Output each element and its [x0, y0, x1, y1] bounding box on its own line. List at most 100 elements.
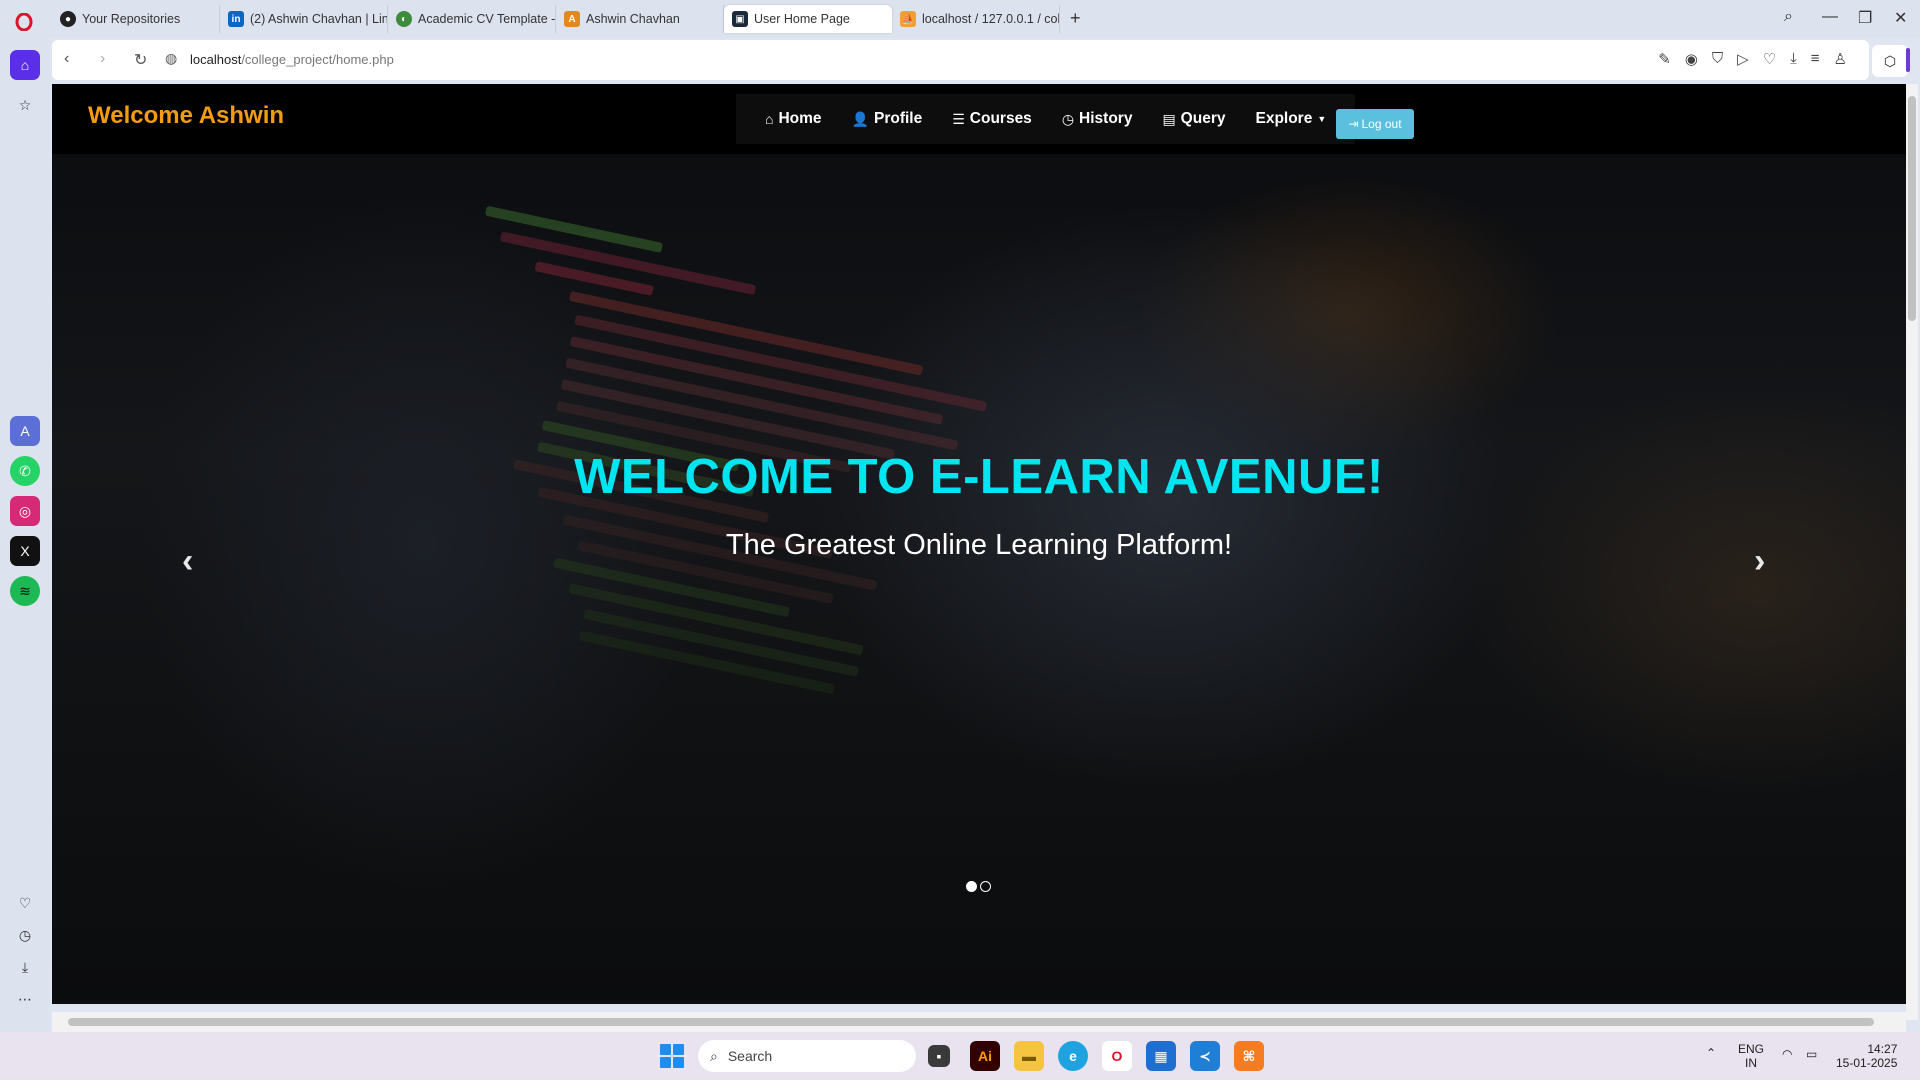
language-code: ENG: [1738, 1042, 1765, 1056]
close-window-icon[interactable]: ✕: [1894, 8, 1907, 28]
overleaf-icon: ◐: [396, 11, 412, 27]
carousel-dot-2[interactable]: [980, 881, 991, 892]
language-indicator[interactable]: ENG IN: [1738, 1042, 1764, 1070]
github-icon: ●: [60, 11, 76, 27]
clock-date[interactable]: 14:27 15-01-2025: [1836, 1042, 1897, 1070]
carousel-dot-1[interactable]: [966, 881, 977, 892]
clock-time: 14:27: [1867, 1042, 1898, 1056]
home-icon: ⌂: [765, 111, 774, 127]
history-clock-icon[interactable]: ◷: [10, 920, 40, 950]
search-placeholder: Search: [727, 1048, 773, 1064]
nav-label: History: [1079, 110, 1133, 127]
vertical-scrollbar[interactable]: [1906, 84, 1918, 1020]
profile-icon[interactable]: ♙: [1834, 50, 1847, 68]
wifi-icon[interactable]: ◠: [1782, 1047, 1792, 1061]
nav-profile[interactable]: 👤 Profile: [852, 110, 923, 128]
back-icon[interactable]: ‹: [64, 50, 69, 68]
opera-logo-icon[interactable]: [12, 10, 36, 34]
nav-query[interactable]: ▤ Query: [1162, 110, 1225, 128]
nav-explore-dropdown[interactable]: Explore ▼: [1255, 110, 1326, 128]
show-hidden-icons-chevron-icon[interactable]: ⌃: [1706, 1046, 1716, 1060]
tab-academic-cv[interactable]: ◐ Academic CV Template - C: [388, 5, 556, 33]
forward-icon[interactable]: ›: [100, 50, 105, 68]
heart-icon[interactable]: ♡: [1763, 50, 1776, 68]
new-tab-plus-icon[interactable]: +: [1070, 8, 1081, 29]
url-field[interactable]: localhost/college_project/home.php: [190, 52, 394, 67]
url-path: /college_project/home.php: [241, 52, 394, 67]
tab-label: localhost / 127.0.0.1 / colle: [922, 12, 1060, 26]
minimize-icon[interactable]: —: [1822, 8, 1838, 26]
home-sidebar-icon[interactable]: ⌂: [10, 50, 40, 80]
logout-icon: ⇥: [1348, 117, 1359, 131]
search-tabs-icon[interactable]: ⌕: [1784, 8, 1793, 26]
edit-icon[interactable]: ✎: [1658, 50, 1671, 68]
vertical-scroll-thumb[interactable]: [1908, 96, 1916, 321]
hero-subtitle: The Greatest Online Learning Platform!: [725, 529, 1233, 561]
downloads-icon[interactable]: ⤓: [10, 952, 40, 982]
spotify-icon[interactable]: ≋: [10, 576, 40, 606]
restore-icon[interactable]: ❐: [1858, 8, 1872, 28]
taskbar-search-box[interactable]: ⌕ Search: [698, 1040, 916, 1072]
nav-label: Profile: [873, 110, 923, 127]
xampp-icon[interactable]: ⌘: [1234, 1041, 1264, 1071]
opera-taskbar-icon[interactable]: O: [1102, 1041, 1132, 1071]
logout-label: Log out: [1361, 117, 1402, 131]
list-icon: ☰: [952, 110, 965, 127]
ms-store-icon[interactable]: ▦: [1146, 1041, 1176, 1071]
more-options-icon[interactable]: ⋯: [10, 984, 40, 1014]
brand-welcome-title[interactable]: Welcome Ashwin: [88, 102, 284, 130]
vscode-icon[interactable]: ≺: [1190, 1041, 1220, 1071]
menu-icon[interactable]: ≡: [1811, 50, 1820, 68]
windows-taskbar: ⌕ Search ▪ Ai ▬ e O ▦ ≺ ⌘ ⌃ ENG IN ◠ ▭ 1…: [0, 1032, 1920, 1080]
tab-phpmyadmin[interactable]: ⛵ localhost / 127.0.0.1 / colle: [892, 5, 1060, 33]
user-icon: 👤: [851, 110, 869, 127]
nav-history[interactable]: ◷ History: [1062, 110, 1133, 128]
star-icon[interactable]: ☆: [10, 90, 40, 120]
battery-icon[interactable]: ▭: [1806, 1047, 1817, 1061]
horizontal-scrollbar[interactable]: [52, 1012, 1906, 1032]
play-icon[interactable]: ▷: [1737, 50, 1749, 68]
carousel-next-chevron-icon[interactable]: ›: [1754, 542, 1765, 581]
page-viewport: Welcome Ashwin ⌂ Home 👤 Profile ☰ Course…: [52, 84, 1906, 1004]
x-twitter-icon[interactable]: X: [10, 536, 40, 566]
address-bar-actions: ✎ ◉ ⛉ ▷ ♡ ⤓ ≡ ♙: [1658, 50, 1847, 68]
edge-icon[interactable]: e: [1058, 1041, 1088, 1071]
clock-date-text: 15-01-2025: [1836, 1056, 1898, 1070]
page-icon: ▣: [732, 11, 748, 27]
shield-icon[interactable]: ⛉: [1712, 50, 1723, 68]
logout-button[interactable]: ⇥ Log out: [1336, 109, 1414, 139]
browser-tab-strip: ● Your Repositories in (2) Ashwin Chavha…: [0, 0, 1920, 38]
url-host: localhost: [190, 52, 242, 67]
task-view-icon[interactable]: ▪: [928, 1045, 950, 1067]
horizontal-scroll-thumb[interactable]: [68, 1018, 1874, 1026]
favorites-heart-icon[interactable]: ♡: [10, 888, 40, 918]
hero-title: WELCOME TO E-LEARN AVENUE!: [574, 450, 1384, 504]
camera-icon[interactable]: ◉: [1685, 50, 1698, 68]
region-code: IN: [1745, 1056, 1757, 1070]
tab-portfolio[interactable]: A Ashwin Chavhan: [556, 5, 724, 33]
windows-start-icon[interactable]: [660, 1044, 684, 1068]
nav-label: Home: [778, 110, 822, 127]
sidebar-indicator: [1906, 48, 1910, 72]
file-explorer-icon[interactable]: ▬: [1014, 1041, 1044, 1071]
nav-home[interactable]: ⌂ Home: [765, 110, 822, 128]
whatsapp-icon[interactable]: ✆: [10, 456, 40, 486]
extensions-cube-icon[interactable]: ⬡: [1872, 45, 1908, 77]
tab-user-home-page[interactable]: ▣ User Home Page: [724, 5, 892, 33]
aria-icon[interactable]: A: [10, 416, 40, 446]
carousel-prev-chevron-icon[interactable]: ‹: [182, 542, 193, 581]
instagram-icon[interactable]: ◎: [10, 496, 40, 526]
download-icon[interactable]: ⤓: [1790, 50, 1797, 68]
nav-courses[interactable]: ☰ Courses: [952, 110, 1032, 128]
tab-linkedin[interactable]: in (2) Ashwin Chavhan | Linke: [220, 5, 388, 33]
tab-label: Academic CV Template - C: [418, 12, 556, 26]
tab-label: Your Repositories: [82, 12, 181, 26]
reload-icon[interactable]: ↻: [134, 50, 147, 70]
phpmyadmin-icon: ⛵: [900, 11, 916, 27]
illustrator-icon[interactable]: Ai: [970, 1041, 1000, 1071]
tab-label: (2) Ashwin Chavhan | Linke: [250, 12, 388, 26]
nav-label: Courses: [969, 110, 1032, 127]
document-icon: ▤: [1162, 110, 1176, 127]
tab-your-repositories[interactable]: ● Your Repositories: [52, 5, 220, 33]
tab-label: Ashwin Chavhan: [586, 12, 680, 26]
